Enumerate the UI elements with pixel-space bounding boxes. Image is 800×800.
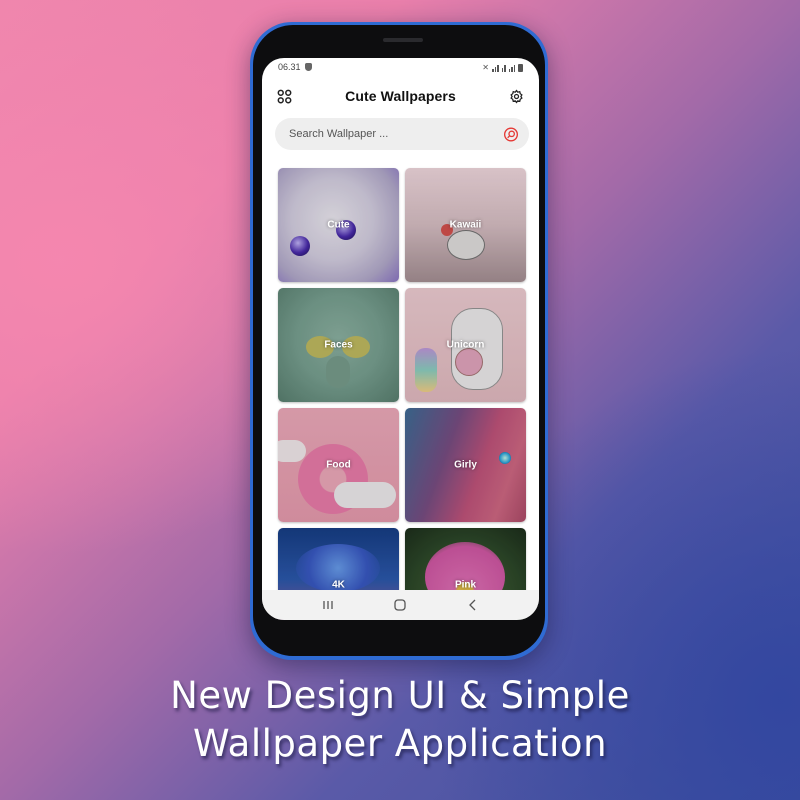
signal-icon [492, 64, 499, 72]
settings-button[interactable] [509, 88, 525, 104]
search-button[interactable] [503, 126, 519, 142]
category-label: Food [326, 459, 351, 471]
search-input[interactable] [287, 127, 503, 141]
status-time: 06.31 [278, 62, 301, 72]
system-nav-bar [262, 590, 539, 620]
category-label: Pink [454, 579, 477, 591]
home-button[interactable] [390, 595, 410, 615]
grid-menu-icon [277, 89, 291, 103]
category-tile-kawaii[interactable]: Kawaii [405, 168, 526, 282]
gear-icon [510, 89, 524, 103]
category-tile-girly[interactable]: Girly [405, 408, 526, 522]
category-tile-unicorn[interactable]: Unicorn [405, 288, 526, 402]
category-tile-food[interactable]: Food [278, 408, 399, 522]
category-label: Unicorn [446, 339, 485, 351]
phone-frame: 06.31 ✕ Cute Wallpapers Search Wallpaper… [250, 22, 548, 660]
recents-icon [323, 601, 333, 609]
search-icon [504, 127, 518, 141]
search-bar [275, 118, 529, 150]
promo-caption-line-1: New Design UI & Simple [170, 674, 630, 717]
back-button[interactable] [463, 595, 483, 615]
battery-icon [518, 63, 523, 72]
menu-button[interactable] [276, 88, 292, 104]
promo-caption-line-2: Wallpaper Application [192, 722, 608, 765]
signal-icon-2 [508, 64, 515, 72]
status-bar: 06.31 ✕ [262, 58, 539, 76]
recents-button[interactable] [318, 595, 338, 615]
app-header: Cute Wallpapers [262, 84, 539, 108]
category-label: Cute [327, 219, 350, 231]
app-title: Cute Wallpapers [345, 88, 456, 104]
mute-icon: ✕ [482, 62, 489, 72]
phone-bezel: 06.31 ✕ Cute Wallpapers Search Wallpaper… [253, 25, 545, 656]
category-label: Faces [324, 339, 353, 351]
category-label: 4K [332, 579, 345, 591]
data-icon [501, 64, 506, 72]
app-screen: 06.31 ✕ Cute Wallpapers Search Wallpaper… [262, 58, 539, 620]
phone-speaker [383, 38, 423, 42]
category-tile-cute[interactable]: Cute [278, 168, 399, 282]
back-icon [468, 599, 476, 611]
category-label: Kawaii [449, 219, 482, 231]
category-tile-faces[interactable]: Faces [278, 288, 399, 402]
category-grid: Cute Kawaii Faces Unicorn Food Girly 4K … [278, 168, 526, 620]
category-label: Girly [454, 459, 477, 471]
shield-icon [304, 63, 312, 71]
home-icon [394, 599, 407, 611]
